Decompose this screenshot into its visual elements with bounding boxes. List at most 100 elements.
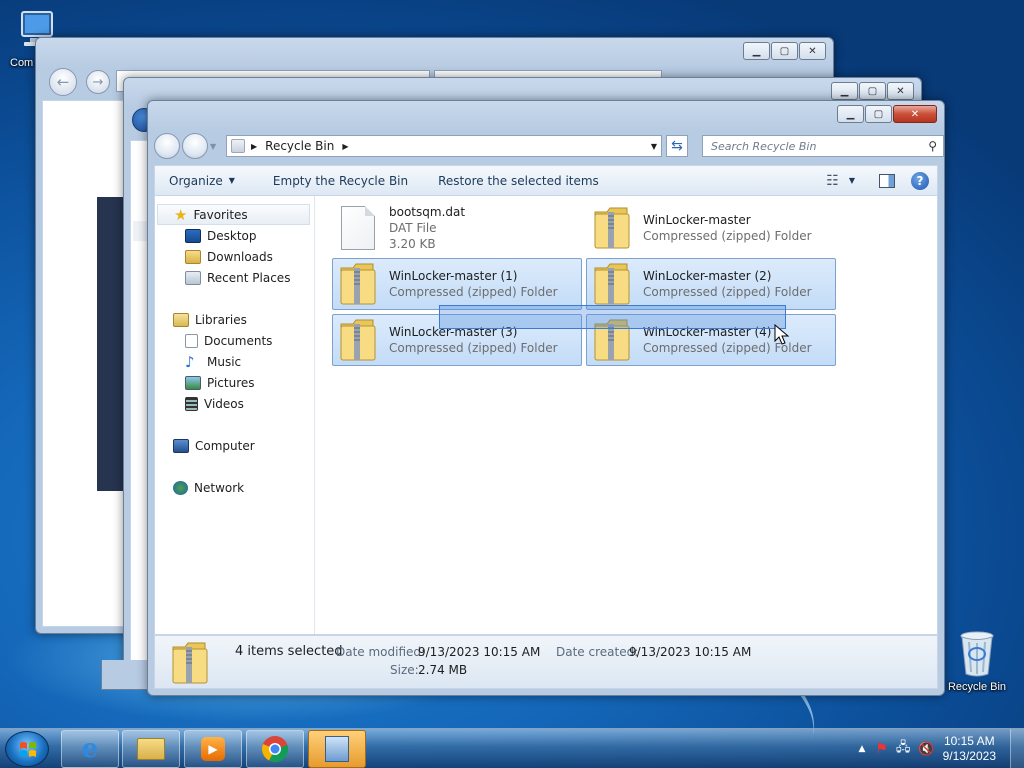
nav-documents[interactable]: Documents: [155, 330, 314, 351]
breadcrumb-arrow-icon[interactable]: ▶: [342, 142, 348, 151]
recycle-bin-window[interactable]: ▁ ▢ ✕ ▼ ▶ Recycle Bin ▶ ▼ ⇆ Search Recyc…: [147, 100, 945, 696]
address-bar[interactable]: ▶ Recycle Bin ▶ ▼: [226, 135, 662, 157]
media-player-icon: ▶: [201, 737, 225, 761]
nav-recent-places[interactable]: Recent Places: [155, 267, 314, 288]
search-placeholder: Search Recycle Bin: [711, 139, 817, 153]
recent-places-icon: [185, 270, 201, 285]
nav-favorites-label: Favorites: [193, 207, 248, 222]
taskbar-internet-explorer[interactable]: e: [61, 730, 119, 768]
file-item[interactable]: WinLocker-master Compressed (zipped) Fol…: [586, 202, 836, 254]
navigation-bar: ▼ ▶ Recycle Bin ▶ ▼ ⇆ Search Recycle Bin…: [154, 131, 944, 161]
desktop-icon-recycle-bin[interactable]: Recycle Bin: [942, 628, 1012, 693]
chrome-icon: [262, 736, 289, 763]
taskbar-chrome[interactable]: [246, 730, 304, 768]
help-icon[interactable]: ?: [911, 171, 929, 190]
nav-network[interactable]: Network: [155, 477, 314, 498]
size-value: 2.74 MB: [418, 663, 468, 677]
show-hidden-icons-icon[interactable]: ▲: [858, 744, 865, 754]
selection-rectangle: [439, 305, 786, 329]
nav-favorites[interactable]: ★ Favorites: [157, 204, 310, 225]
nav-pictures[interactable]: Pictures: [155, 372, 314, 393]
internet-explorer-icon: e: [81, 734, 99, 764]
preview-pane-icon[interactable]: [879, 173, 895, 188]
show-desktop-button[interactable]: [1010, 729, 1024, 768]
minimize-button[interactable]: ▁: [837, 105, 864, 123]
date-created-value: 9/13/2023 10:15 AM: [629, 645, 752, 659]
star-icon: ★: [174, 205, 188, 224]
close-button[interactable]: ✕: [893, 105, 937, 123]
pictures-icon: [185, 375, 201, 390]
search-icon[interactable]: ⚲: [928, 139, 937, 153]
zip-folder-icon: [594, 207, 630, 249]
change-view-button[interactable]: ☷ ▼: [826, 173, 855, 189]
nav-music[interactable]: ♪ Music: [155, 351, 314, 372]
maximize-button[interactable]: ▢: [859, 82, 886, 100]
breadcrumb-arrow-icon[interactable]: ▶: [251, 142, 257, 151]
file-type: Compressed (zipped) Folder: [643, 285, 812, 299]
zip-folder-icon: [340, 319, 376, 361]
clock[interactable]: 10:15 AM 9/13/2023: [943, 734, 996, 764]
file-type: DAT File: [389, 221, 437, 235]
minimize-button[interactable]: ▁: [831, 82, 858, 100]
network-tray-icon[interactable]: 🖧: [896, 738, 911, 760]
action-center-flag-icon[interactable]: ⚑: [875, 741, 888, 757]
nav-libraries[interactable]: Libraries: [155, 309, 314, 330]
back-button[interactable]: [154, 133, 180, 159]
window-1-forward-button[interactable]: →: [86, 70, 110, 94]
date-created-label: Date created:: [556, 645, 639, 659]
breadcrumb-recycle-bin[interactable]: Recycle Bin: [265, 139, 334, 153]
nav-computer[interactable]: Computer: [155, 435, 314, 456]
forward-button[interactable]: [182, 133, 208, 159]
installer-icon: [325, 736, 349, 762]
taskbar-media-player[interactable]: ▶: [184, 730, 242, 768]
recent-pages-dropdown[interactable]: ▼: [210, 142, 220, 151]
desktop-icon-recycle-bin-label: Recycle Bin: [947, 681, 1007, 693]
windows-logo-icon: [20, 742, 36, 757]
volume-muted-icon[interactable]: 🔇: [918, 742, 934, 757]
close-button[interactable]: ✕: [799, 42, 826, 60]
downloads-icon: [185, 249, 201, 264]
nav-pictures-label: Pictures: [207, 375, 255, 390]
network-icon: [173, 480, 188, 495]
file-type: Compressed (zipped) Folder: [389, 341, 558, 355]
address-dropdown-icon[interactable]: ▼: [651, 142, 657, 151]
taskbar-file-explorer[interactable]: [122, 730, 180, 768]
file-item-selected[interactable]: WinLocker-master (1) Compressed (zipped)…: [332, 258, 582, 310]
maximize-button[interactable]: ▢: [771, 42, 798, 60]
search-input[interactable]: Search Recycle Bin ⚲: [702, 135, 944, 157]
minimize-button[interactable]: ▁: [743, 42, 770, 60]
nav-downloads[interactable]: Downloads: [155, 246, 314, 267]
computer-icon: [173, 438, 189, 453]
close-button[interactable]: ✕: [887, 82, 914, 100]
file-item-selected[interactable]: WinLocker-master (2) Compressed (zipped)…: [586, 258, 836, 310]
start-button[interactable]: [5, 731, 49, 767]
file-type: Compressed (zipped) Folder: [389, 285, 558, 299]
date-modified-label: Date modified:: [336, 645, 426, 659]
file-name: WinLocker-master (1): [389, 269, 518, 283]
nav-desktop-label: Desktop: [207, 228, 257, 243]
nav-videos[interactable]: Videos: [155, 393, 314, 414]
nav-downloads-label: Downloads: [207, 249, 273, 264]
organize-button[interactable]: Organize ▼: [155, 174, 249, 188]
date-modified-value: 9/13/2023 10:15 AM: [418, 645, 541, 659]
documents-icon: [185, 333, 198, 348]
folder-icon: [137, 738, 165, 760]
file-item[interactable]: bootsqm.dat DAT File 3.20 KB: [332, 202, 582, 254]
taskbar-installer-app[interactable]: [308, 730, 366, 768]
window-2-caption-buttons: ▁ ▢ ✕: [831, 82, 914, 100]
chevron-down-icon: ▼: [228, 176, 235, 185]
nav-desktop[interactable]: Desktop: [155, 225, 314, 246]
system-tray: ▲ ⚑ 🖧 🔇 10:15 AM 9/13/2023: [858, 729, 1024, 768]
maximize-button[interactable]: ▢: [865, 105, 892, 123]
window-1-back-button[interactable]: ←: [49, 68, 77, 96]
command-bar: Organize ▼ Empty the Recycle Bin Restore…: [154, 165, 938, 195]
nav-music-label: Music: [207, 354, 242, 369]
details-pane: 4 items selected Date modified: 9/13/202…: [154, 635, 938, 689]
refresh-button[interactable]: ⇆: [666, 135, 688, 157]
empty-recycle-bin-button[interactable]: Empty the Recycle Bin: [249, 174, 422, 188]
view-icon: ☷: [826, 172, 839, 189]
restore-selected-button[interactable]: Restore the selected items: [422, 174, 613, 188]
